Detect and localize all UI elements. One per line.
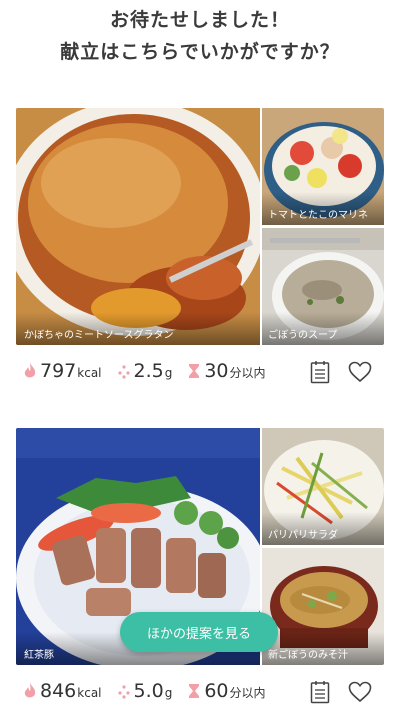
calories-unit: kcal [77, 366, 102, 380]
add-to-calendar-button[interactable] [306, 678, 334, 706]
menu-stats: 797 kcal 2.5 g 30 分以内 [16, 345, 384, 397]
heart-outline-icon [348, 681, 372, 703]
time-unit: 分以内 [229, 366, 266, 380]
salt-value: 5.0 [133, 680, 164, 702]
calendar-list-icon [310, 681, 330, 704]
side-dish-1-name: トマトとたこのマリネ [262, 192, 384, 225]
salt-value: 2.5 [133, 360, 164, 382]
other-suggestions-button[interactable]: ほかの提案を見る [120, 612, 278, 652]
menu-card[interactable]: 紅茶豚 パリパリサラダ 新ごぼうのみそ汁 846 kcal 5.0 g 60 分… [16, 428, 384, 711]
hourglass-icon [189, 684, 200, 698]
add-to-calendar-button[interactable] [306, 358, 334, 386]
flame-icon [24, 683, 36, 698]
calories-unit: kcal [77, 686, 102, 700]
main-dish-photo[interactable]: かぼちゃのミートソースグラタン [16, 108, 260, 345]
side-dish-photo[interactable]: トマトとたこのマリネ [262, 108, 384, 225]
salt-stat: 5.0 g [116, 680, 173, 702]
calories-stat: 846 kcal [22, 680, 102, 702]
flame-icon [24, 363, 36, 378]
salt-dots-icon [117, 685, 130, 699]
menu-card[interactable]: かぼちゃのミートソースグラタン トマトとたこのマリネ ごぼうのスープ 797 k… [16, 108, 384, 397]
time-value: 60 [204, 680, 229, 702]
time-value: 30 [204, 360, 229, 382]
salt-unit: g [164, 366, 173, 380]
favorite-button[interactable] [346, 358, 374, 386]
page-heading: お待たせしました！ 献立はこちらでいかがですか？ [0, 4, 400, 68]
main-dish-name: かぼちゃのミートソースグラタン [16, 312, 260, 345]
heart-outline-icon [348, 361, 372, 383]
favorite-button[interactable] [346, 678, 374, 706]
side-dish-1-name: パリパリサラダ [262, 512, 384, 545]
menu-photo-collage[interactable]: かぼちゃのミートソースグラタン トマトとたこのマリネ ごぼうのスープ [16, 108, 384, 345]
side-dish-photo[interactable]: 新ごぼうのみそ汁 [262, 548, 384, 665]
time-unit: 分以内 [229, 686, 266, 700]
calories-stat: 797 kcal [22, 360, 102, 382]
salt-stat: 2.5 g [116, 360, 173, 382]
side-dish-2-name: 新ごぼうのみそ汁 [262, 632, 384, 665]
card-actions [306, 358, 374, 386]
salt-unit: g [164, 686, 173, 700]
menu-stats: 846 kcal 5.0 g 60 分以内 [16, 665, 384, 711]
hourglass-icon [189, 364, 200, 378]
card-actions [306, 678, 374, 706]
side-dish-2-name: ごぼうのスープ [262, 312, 384, 345]
time-stat: 30 分以内 [186, 360, 266, 382]
gratin-image [16, 108, 260, 345]
side-dish-photo[interactable]: パリパリサラダ [262, 428, 384, 545]
calories-value: 846 [40, 680, 77, 702]
time-stat: 60 分以内 [186, 680, 266, 702]
heading-line-2: 献立はこちらでいかがですか？ [60, 41, 340, 63]
calories-value: 797 [40, 360, 77, 382]
calendar-list-icon [310, 361, 330, 384]
heading-line-1: お待たせしました！ [109, 9, 290, 31]
side-dish-photo[interactable]: ごぼうのスープ [262, 228, 384, 345]
salt-dots-icon [117, 365, 130, 379]
